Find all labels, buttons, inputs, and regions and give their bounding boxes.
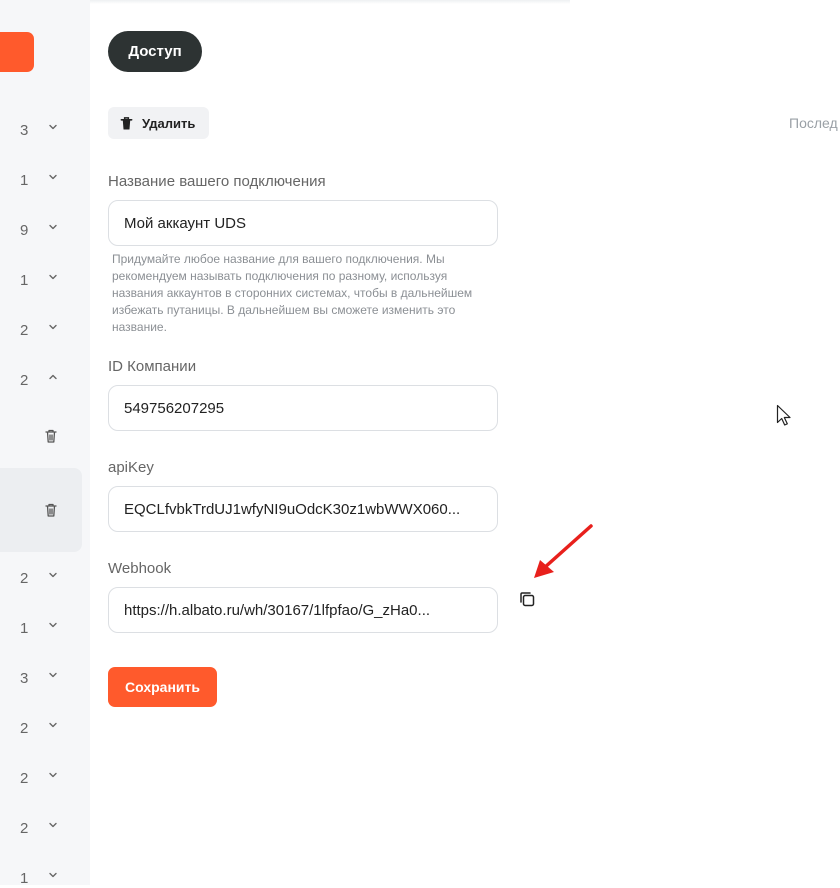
sidebar-item[interactable]: 2: [0, 320, 90, 340]
sidebar-item-count: 2: [20, 719, 29, 737]
chevron-down-icon[interactable]: [47, 321, 59, 333]
sidebar-item-count: 1: [20, 619, 29, 637]
access-button[interactable]: Доступ: [108, 31, 202, 72]
chevron-down-icon[interactable]: [47, 271, 59, 283]
chevron-up-icon[interactable]: [47, 371, 59, 383]
connection-name-input[interactable]: Мой аккаунт UDS: [108, 200, 498, 246]
sidebar-item[interactable]: 9: [0, 220, 90, 240]
sidebar-item-count: 2: [20, 569, 29, 587]
chevron-down-icon[interactable]: [47, 221, 59, 233]
sidebar-item[interactable]: 1: [0, 270, 90, 290]
delete-button[interactable]: Удалить: [108, 107, 209, 139]
connection-name-value: Мой аккаунт UDS: [124, 214, 247, 232]
chevron-down-icon[interactable]: [47, 669, 59, 681]
company-id-input[interactable]: 549756207295: [108, 385, 498, 431]
connection-name-hint: Придумайте любое название для вашего под…: [112, 252, 473, 334]
sidebar-item[interactable]: 2: [0, 818, 90, 838]
sidebar-item-count: 1: [20, 171, 29, 189]
delete-button-label: Удалить: [142, 115, 196, 131]
webhook-input[interactable]: https://h.albato.ru/wh/30167/1lfpfao/G_z…: [108, 587, 498, 633]
mouse-cursor-icon: [776, 404, 791, 426]
chevron-down-icon[interactable]: [47, 869, 59, 881]
sidebar-item-count: 3: [20, 121, 29, 139]
chevron-down-icon[interactable]: [47, 719, 59, 731]
company-id-label: ID Компании: [108, 358, 197, 375]
webhook-value: https://h.albato.ru/wh/30167/1lfpfao/G_z…: [124, 601, 431, 619]
sidebar-item[interactable]: 2: [0, 568, 90, 588]
trash-icon[interactable]: [44, 502, 58, 518]
save-button[interactable]: Сохранить: [108, 667, 217, 707]
sidebar-item[interactable]: 2: [0, 370, 90, 390]
sidebar-item-count: 3: [20, 669, 29, 687]
chevron-down-icon[interactable]: [47, 569, 59, 581]
sidebar-item[interactable]: 2: [0, 768, 90, 788]
sidebar-item[interactable]: 2: [0, 718, 90, 738]
sidebar-item[interactable]: 1: [0, 170, 90, 190]
sidebar-item-count: 1: [20, 869, 29, 887]
trash-icon[interactable]: [44, 428, 58, 444]
chevron-down-icon[interactable]: [47, 819, 59, 831]
sidebar: 3 1 9 1 2 2 2 1 3 2 2 2 1: [0, 0, 90, 888]
sidebar-top-button[interactable]: [0, 32, 34, 72]
apikey-input[interactable]: EQCLfvbkTrdUJ1wfyNI9uOdcK30z1wbWWX060...: [108, 486, 498, 532]
sidebar-item-count: 2: [20, 321, 29, 339]
sidebar-selected-row[interactable]: [0, 468, 82, 552]
connection-name-label: Название вашего подключения: [108, 173, 326, 190]
chevron-down-icon[interactable]: [47, 121, 59, 133]
annotation-arrow-icon: [534, 524, 593, 578]
sidebar-item-count: 2: [20, 819, 29, 837]
copy-icon[interactable]: [518, 590, 536, 608]
chevron-down-icon[interactable]: [47, 619, 59, 631]
webhook-label: Webhook: [108, 560, 172, 577]
sidebar-item[interactable]: 1: [0, 868, 90, 888]
last-activity-label: Послед: [789, 115, 838, 131]
sidebar-item-count: 2: [20, 769, 29, 787]
sidebar-item[interactable]: 3: [0, 668, 90, 688]
top-shadow: [90, 0, 570, 4]
sidebar-item-count: 9: [20, 221, 29, 239]
chevron-down-icon[interactable]: [47, 171, 59, 183]
sidebar-item[interactable]: 1: [0, 618, 90, 638]
sidebar-item-count: 1: [20, 271, 29, 289]
apikey-value: EQCLfvbkTrdUJ1wfyNI9uOdcK30z1wbWWX060...: [124, 500, 461, 518]
company-id-value: 549756207295: [124, 399, 225, 417]
trash-icon: [120, 116, 133, 130]
sidebar-item[interactable]: 3: [0, 120, 90, 140]
apikey-label: apiKey: [108, 459, 154, 476]
sidebar-item-count: 2: [20, 371, 29, 389]
chevron-down-icon[interactable]: [47, 769, 59, 781]
